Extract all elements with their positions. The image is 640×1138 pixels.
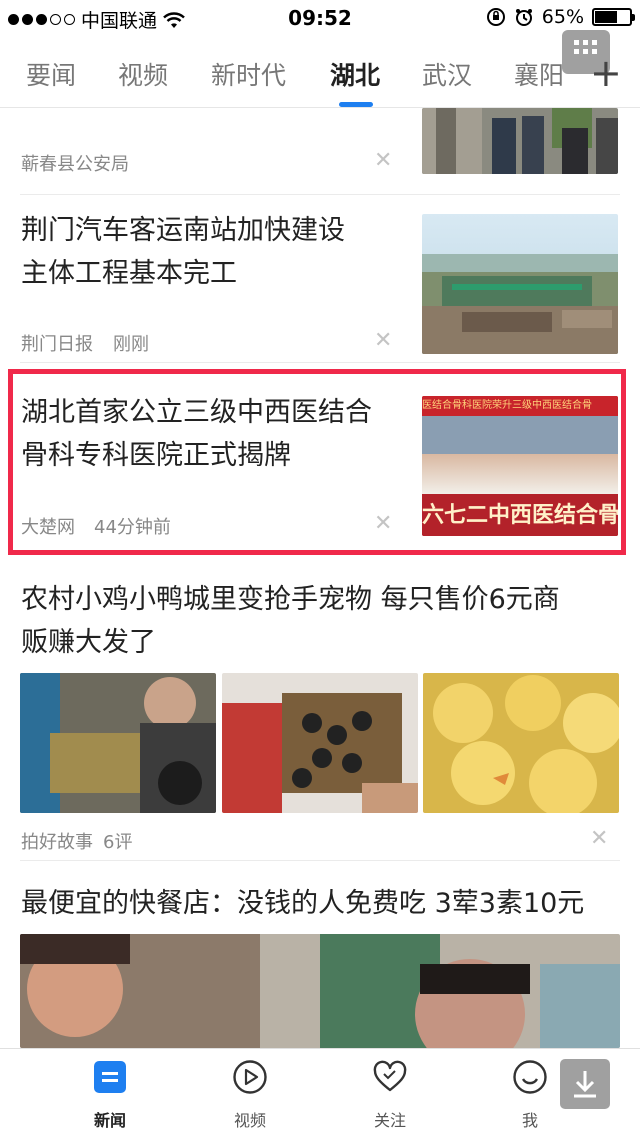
nav-me[interactable]: 我 xyxy=(490,1059,570,1131)
thumbnail-image xyxy=(20,673,216,813)
banner-bottom-text: 六七二中西医结合骨 xyxy=(422,494,618,536)
dismiss-icon[interactable]: ✕ xyxy=(374,328,392,353)
add-channel-icon[interactable]: + xyxy=(590,54,622,92)
news-title: 湖北首家公立三级中西医结合 骨科专科医院正式揭牌 xyxy=(21,391,372,477)
tab-wuhan[interactable]: 武汉 xyxy=(422,56,472,92)
status-right: 65% xyxy=(486,6,635,28)
dismiss-icon[interactable]: ✕ xyxy=(590,826,608,851)
status-bar: 中国联通 09:52 65% xyxy=(0,0,640,36)
news-source: 荆门日报 xyxy=(21,334,93,355)
thumbnail-image: 医结合骨科医院荣升三级中西医结合骨 六七二中西医结合骨 xyxy=(422,396,618,536)
news-title-line: 骨科专科医院正式揭牌 xyxy=(21,440,291,471)
download-icon xyxy=(574,1071,596,1098)
battery-percent: 65% xyxy=(541,6,584,28)
download-button[interactable] xyxy=(560,1059,610,1109)
thumbnail-image xyxy=(20,934,620,1048)
nav-label: 视频 xyxy=(233,1111,266,1130)
nav-video[interactable]: 视频 xyxy=(210,1059,290,1131)
tab-yaowen[interactable]: 要闻 xyxy=(26,56,76,92)
news-source: 大楚网 xyxy=(21,517,75,538)
news-source: 拍好故事 xyxy=(21,832,93,853)
nav-label: 关注 xyxy=(373,1111,406,1130)
tab-xinshidai[interactable]: 新时代 xyxy=(211,56,286,92)
news-title: 最便宜的快餐店：没钱的人免费吃 3荤3素10元 xyxy=(21,888,585,919)
battery-icon xyxy=(592,8,635,26)
news-feed: 蕲春县公安局 ✕ 荆门汽车客运南站加快建设 主体工程基本完工 荆门日报 刚刚 ✕ xyxy=(0,108,640,1048)
news-title: 农村小鸡小鸭城里变抢手宠物 每只售价6元商 贩赚大发了 xyxy=(21,578,621,664)
channel-tabs: 要闻 视频 新时代 湖北 武汉 襄阳 xyxy=(0,36,640,108)
divider xyxy=(20,194,620,195)
news-title-line: 贩赚大发了 xyxy=(21,627,156,658)
news-title-line: 湖北首家公立三级中西医结合 xyxy=(21,397,372,428)
thumbnail-image xyxy=(423,673,619,813)
video-play-icon xyxy=(232,1059,268,1095)
heart-icon xyxy=(372,1059,408,1095)
nav-label: 新闻 xyxy=(93,1111,126,1130)
divider xyxy=(20,860,620,861)
news-title-line: 荆门汽车客运南站加快建设 xyxy=(21,215,345,246)
smiley-icon xyxy=(512,1059,548,1095)
active-tab-indicator xyxy=(339,102,373,107)
building-backdrop xyxy=(422,416,618,454)
tab-hubei[interactable]: 湖北 xyxy=(330,56,380,92)
nav-label: 我 xyxy=(521,1111,538,1130)
crowd-area xyxy=(422,454,618,494)
news-title: 荆门汽车客运南站加快建设 主体工程基本完工 xyxy=(21,209,345,295)
news-title-line: 农村小鸡小鸭城里变抢手宠物 每只售价6元商 xyxy=(21,584,560,615)
nav-news[interactable]: 新闻 xyxy=(70,1059,150,1131)
tab-xiangyang[interactable]: 襄阳 xyxy=(514,56,564,92)
nav-follow[interactable]: 关注 xyxy=(350,1059,430,1131)
rotation-lock-icon xyxy=(486,8,505,26)
divider xyxy=(20,362,620,363)
thumbnail-image xyxy=(422,214,618,354)
thumbnail-image xyxy=(422,108,618,174)
bottom-nav: 新闻 视频 关注 我 xyxy=(0,1048,640,1138)
news-time: 44分钟前 xyxy=(94,517,171,538)
dismiss-icon[interactable]: ✕ xyxy=(374,511,392,536)
thumbnail-image xyxy=(222,673,418,813)
banner-top-text: 医结合骨科医院荣升三级中西医结合骨 xyxy=(422,396,618,416)
alarm-icon xyxy=(515,9,532,26)
dismiss-icon[interactable]: ✕ xyxy=(374,148,392,173)
comment-count: 6评 xyxy=(103,832,133,853)
battery-fill xyxy=(595,11,618,23)
tab-video[interactable]: 视频 xyxy=(118,56,168,92)
news-icon xyxy=(92,1059,128,1095)
news-source: 蕲春县公安局 xyxy=(21,154,129,175)
news-time: 刚刚 xyxy=(113,334,149,355)
news-title-line: 主体工程基本完工 xyxy=(21,258,237,289)
